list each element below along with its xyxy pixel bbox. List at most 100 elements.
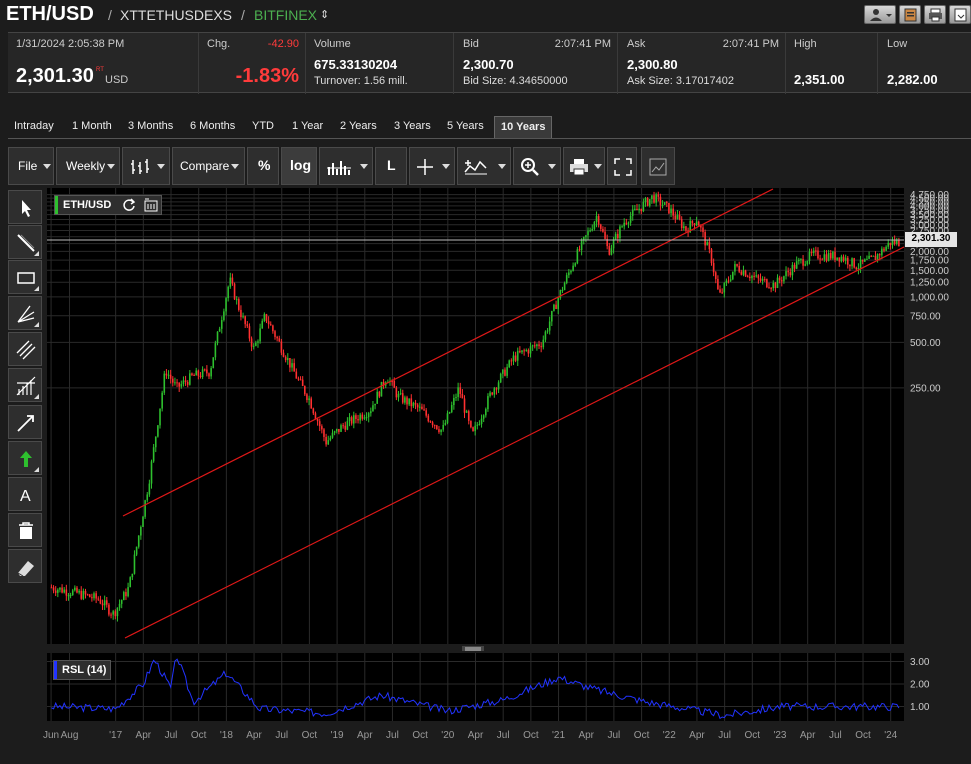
candle-body [853, 258, 855, 268]
candle-body [672, 208, 674, 216]
candle-body [714, 272, 717, 280]
price-tick-label: 1,000.00 [910, 292, 949, 303]
candle-body [93, 593, 95, 599]
candle-body [729, 279, 732, 281]
candle-body [438, 429, 440, 433]
time-tick-label: Apr [246, 730, 262, 741]
candle-body [787, 271, 789, 273]
candle-body [78, 590, 80, 593]
candle-body [216, 331, 219, 344]
candle-body [229, 277, 232, 287]
candle-body [766, 279, 768, 288]
candle-body [770, 288, 772, 290]
candle-body [508, 360, 511, 368]
candle-body [263, 314, 266, 321]
candle-body [727, 280, 730, 282]
candle-body [555, 304, 557, 309]
candle-body [732, 271, 734, 280]
candle-body [227, 286, 229, 299]
candle-body [638, 208, 640, 211]
candle-body [169, 374, 172, 379]
candle-body [67, 595, 70, 597]
candle-body [523, 350, 525, 352]
candle-body [342, 425, 344, 427]
candle-body [50, 587, 53, 589]
candle-body [551, 310, 553, 322]
candle-body [450, 405, 453, 413]
candle-body [510, 360, 513, 362]
candle-body [352, 415, 355, 424]
candle-body [137, 535, 140, 547]
candle-body [627, 222, 630, 224]
candle-body [659, 196, 662, 206]
candle-body [99, 599, 102, 604]
candle-body [504, 369, 506, 376]
candle-body [442, 424, 445, 430]
candle-body [721, 292, 723, 294]
candle-body [54, 590, 57, 593]
settings-panel-icon[interactable] [143, 197, 159, 213]
price-tick-label: 4,750.00 [910, 190, 949, 201]
candle-body [293, 363, 295, 372]
candle-body [397, 393, 400, 398]
candle-body [642, 201, 645, 212]
candle-body [314, 413, 317, 420]
candle-body [742, 270, 745, 275]
rsl-tick-label: 3.00 [910, 657, 930, 668]
candle-body [88, 594, 91, 598]
candle-body [640, 208, 643, 212]
price-tick-label: 1,500.00 [910, 266, 949, 277]
candle-body [749, 276, 751, 279]
candle-body [783, 276, 785, 282]
candle-body [895, 240, 898, 244]
refresh-icon[interactable] [121, 197, 137, 213]
candle-body [610, 248, 613, 255]
candle-body [578, 249, 581, 251]
candle-body [768, 287, 770, 289]
candle-body [361, 414, 364, 419]
candle-body [644, 198, 647, 202]
candle-body [870, 255, 873, 257]
candle-body [868, 255, 870, 259]
candle-body [680, 219, 683, 229]
candle-body [617, 233, 619, 239]
candle-body [706, 242, 709, 246]
candle-body [91, 597, 93, 599]
candle-body [553, 304, 555, 311]
candle-body [734, 264, 736, 272]
candle-body [738, 265, 740, 272]
candle-body [572, 265, 574, 271]
rsl-legend[interactable]: RSL (14) [53, 660, 111, 680]
candle-body [133, 554, 136, 574]
candle-body [736, 264, 738, 266]
candle-body [346, 421, 349, 430]
candle-body [819, 258, 821, 260]
candle-body [233, 283, 236, 300]
candle-body [533, 345, 536, 347]
candle-body [459, 387, 462, 394]
candle-body [861, 259, 864, 262]
time-tick-label: Oct [191, 730, 207, 741]
candle-body [849, 264, 851, 267]
candle-body [380, 381, 383, 397]
candle-body [304, 386, 306, 395]
candle-body [725, 280, 728, 284]
candle-body [493, 388, 496, 395]
legend-symbol: ETH/USD [63, 199, 112, 211]
candle-body [629, 215, 632, 223]
rsl-tick-label: 1.00 [910, 702, 930, 713]
candle-body [440, 429, 442, 433]
price-chart[interactable]: 250.00 500.00 750.00 1,000.00 1,250.001,500.… [0, 0, 971, 764]
candle-body [491, 392, 493, 395]
candle-body [95, 593, 97, 599]
chart-legend[interactable]: ETH/USD [54, 195, 162, 215]
time-tick-label: Apr [689, 730, 705, 741]
candle-body [881, 248, 883, 256]
candle-body [365, 417, 368, 419]
candle-body [693, 223, 696, 226]
candle-body [614, 233, 617, 240]
candle-body [118, 603, 121, 608]
candle-body [810, 251, 813, 254]
candle-body [789, 272, 792, 276]
time-tick-label: '21 [552, 730, 565, 741]
